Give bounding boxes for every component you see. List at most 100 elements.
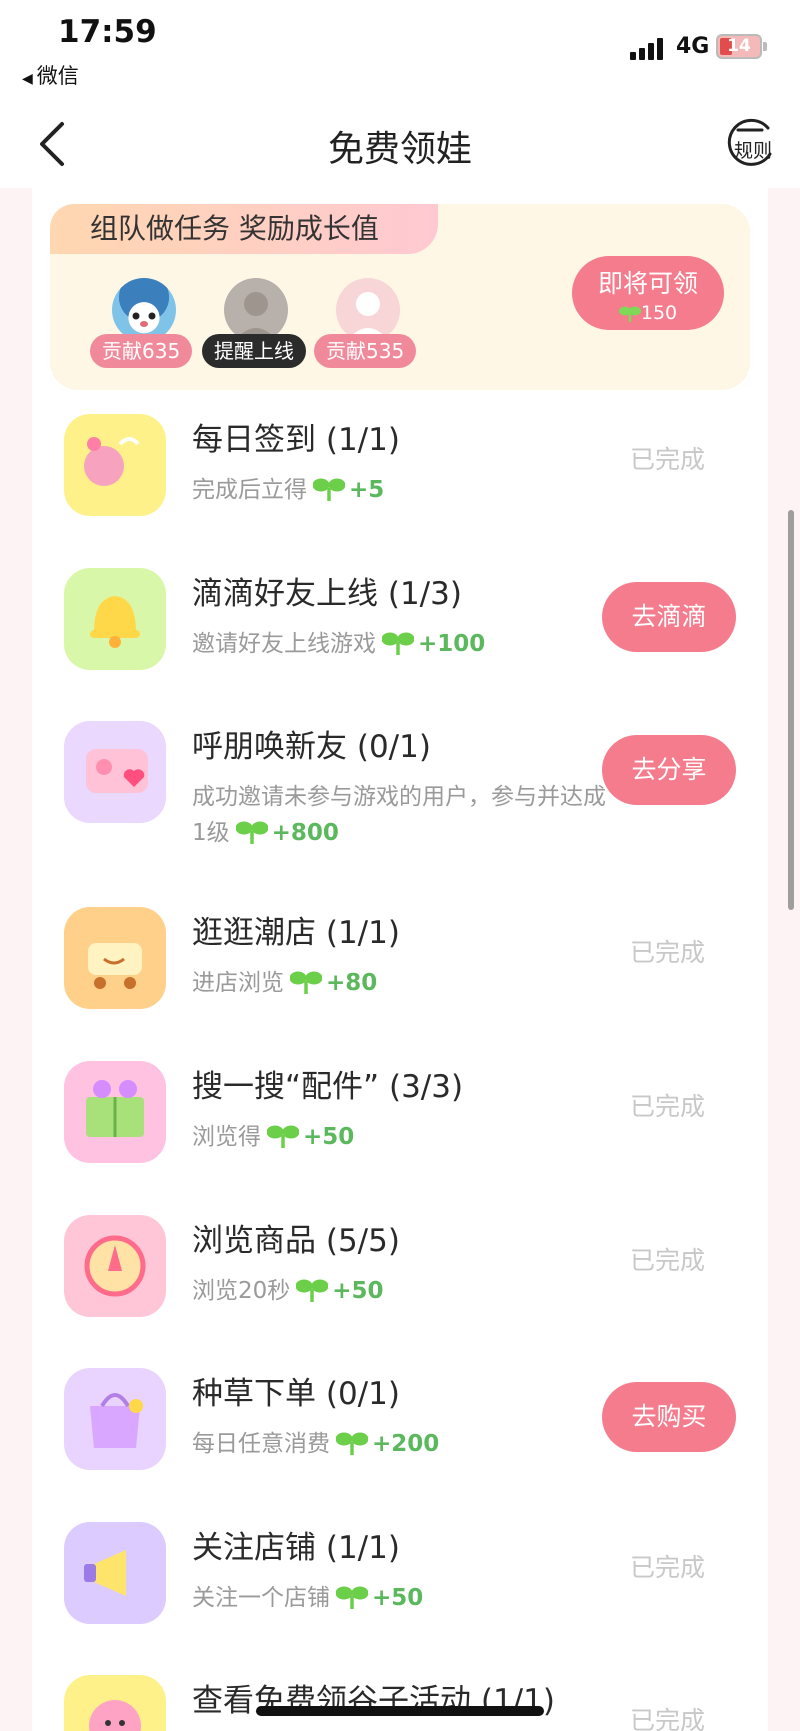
team-member-1[interactable]: 贡献635 <box>90 278 200 374</box>
task-reward: +50 <box>290 1278 384 1304</box>
claim-amount: 150 <box>640 302 678 324</box>
task-reward: +80 <box>284 970 377 996</box>
member-contribution-tag: 贡献535 <box>314 334 417 368</box>
sprout-icon <box>290 971 322 994</box>
task-row: 搜一搜“配件” (3/3) 浏览得 +50 已完成 <box>50 1051 750 1191</box>
task-action-button[interactable]: 去分享 <box>602 735 736 805</box>
task-title: 每日签到 (1/1) <box>192 422 400 458</box>
task-title: 搜一搜“配件” (3/3) <box>192 1069 464 1105</box>
task-description: 进店浏览 +80 <box>192 965 612 1001</box>
sprout-icon <box>618 306 641 322</box>
back-to-app-link[interactable]: ◀ 微信 <box>22 60 79 90</box>
task-title: 种草下单 (0/1) <box>192 1376 400 1412</box>
task-reward: +100 <box>376 631 485 657</box>
task-status-done: 已完成 <box>630 938 706 967</box>
task-row: 逛逛潮店 (1/1) 进店浏览 +80 已完成 <box>50 897 750 1037</box>
task-title: 关注店铺 (1/1) <box>192 1530 400 1566</box>
network-label: 4G <box>676 34 710 59</box>
task-status-done: 已完成 <box>630 1092 706 1121</box>
task-description-text: 每日任意消费 <box>192 1431 330 1457</box>
task-reward-value: +50 <box>372 1585 424 1611</box>
task-title: 浏览商品 (5/5) <box>192 1223 400 1259</box>
task-description: 邀请好友上线游戏 +100 <box>192 626 612 662</box>
clock: 17:59 <box>58 14 157 50</box>
task-description: 浏览20秒 +50 <box>192 1273 612 1309</box>
task-title: 逛逛潮店 (1/1) <box>192 915 400 951</box>
task-reward-value: +5 <box>349 477 385 503</box>
team-member-2[interactable]: 提醒上线 <box>202 278 312 374</box>
task-reward: +5 <box>307 477 384 503</box>
task-row: 滴滴好友上线 (1/3) 邀请好友上线游戏 +100 去滴滴 <box>50 558 750 698</box>
sprout-icon <box>235 821 268 844</box>
task-description-text: 浏览得 <box>192 1124 261 1150</box>
task-reward-value: +80 <box>326 970 378 996</box>
battery-cap <box>763 42 767 51</box>
hands-icon <box>64 414 166 516</box>
task-status-done: 已完成 <box>630 445 706 474</box>
avatar-placeholder <box>224 278 288 342</box>
task-status-done: 已完成 <box>630 1553 706 1582</box>
shopping-bag-icon <box>64 1368 166 1470</box>
status-bar: 17:59 ◀ 微信 4G 14 <box>0 0 800 100</box>
claim-soon-button[interactable]: 即将可领 150 <box>572 256 724 330</box>
cart-icon <box>64 907 166 1009</box>
task-reward-value: +50 <box>332 1278 384 1304</box>
task-action-button[interactable]: 去滴滴 <box>602 582 736 652</box>
flower-icon <box>64 1675 166 1731</box>
megaphone-icon <box>64 1522 166 1624</box>
task-description-text: 关注一个店铺 <box>192 1585 330 1611</box>
task-description: 每日任意消费 +200 <box>192 1426 612 1462</box>
task-status-done: 已完成 <box>630 1246 706 1275</box>
task-description: 浏览得 +50 <box>192 1119 612 1155</box>
team-banner: 组队做任务 奖励成长值 <box>50 204 438 254</box>
task-reward-value: +200 <box>372 1431 440 1457</box>
task-description-text: 邀请好友上线游戏 <box>192 631 376 657</box>
team-member-3[interactable]: 贡献535 <box>314 278 424 374</box>
task-row: 关注店铺 (1/1) 关注一个店铺 +50 已完成 <box>50 1512 750 1652</box>
page-title: 免费领娃 <box>327 129 472 170</box>
signal-icon <box>630 38 668 60</box>
task-row: 每日签到 (1/1) 完成后立得 +5 已完成 <box>50 404 750 544</box>
team-section: 组队做任务 奖励成长值 贡献635 提醒上线 贡献535 即将可领 150 <box>50 204 750 390</box>
book-icon <box>64 1061 166 1163</box>
claim-label: 即将可领 <box>597 269 698 298</box>
compass-icon <box>64 1215 166 1317</box>
avatar-placeholder <box>336 278 400 342</box>
sprout-icon <box>336 1432 368 1455</box>
task-row: 浏览商品 (5/5) 浏览20秒 +50 已完成 <box>50 1205 750 1345</box>
task-description: 完成后立得 +5 <box>192 472 612 508</box>
card-heart-icon <box>64 721 166 823</box>
battery-icon: 14 <box>716 34 762 59</box>
bell-icon <box>64 568 166 670</box>
task-row: 呼朋唤新友 (0/1) 成功邀请未参与游戏的用户，参与并达成1级 +800 去分享 <box>50 711 750 851</box>
back-triangle-icon: ◀ <box>22 71 33 87</box>
rules-button[interactable]: 规则 <box>724 114 780 170</box>
task-reward: +50 <box>261 1124 354 1150</box>
member-contribution-tag: 贡献635 <box>90 334 193 368</box>
task-description: 关注一个店铺 +50 <box>192 1580 612 1616</box>
scrollbar[interactable] <box>788 510 794 910</box>
remind-online-button[interactable]: 提醒上线 <box>202 334 306 368</box>
task-reward-value: +100 <box>418 631 486 657</box>
task-reward-value: +50 <box>303 1124 355 1150</box>
task-reward: +200 <box>330 1431 439 1457</box>
task-row: 种草下单 (0/1) 每日任意消费 +200 去购买 <box>50 1358 750 1498</box>
sprout-icon <box>336 1586 368 1609</box>
task-title: 呼朋唤新友 (0/1) <box>192 729 431 765</box>
task-description-text: 进店浏览 <box>192 970 284 996</box>
sprout-icon <box>267 1125 299 1148</box>
task-status-done: 已完成 <box>630 1706 706 1731</box>
task-reward: +800 <box>230 820 339 846</box>
sprout-icon <box>296 1279 329 1302</box>
battery-level: 14 <box>727 36 751 56</box>
task-action-button[interactable]: 去购买 <box>602 1382 736 1452</box>
task-description-text: 完成后立得 <box>192 477 307 503</box>
home-indicator[interactable] <box>256 1706 544 1716</box>
task-description: 成功邀请未参与游戏的用户，参与并达成1级 +800 <box>192 779 612 851</box>
task-reward-value: +800 <box>271 820 339 846</box>
avatar <box>112 278 176 342</box>
task-description-text: 浏览20秒 <box>192 1278 291 1304</box>
rules-label: 规则 <box>734 140 773 162</box>
nav-bar: 免费领娃 规则 <box>0 100 800 188</box>
sprout-icon <box>313 478 345 501</box>
